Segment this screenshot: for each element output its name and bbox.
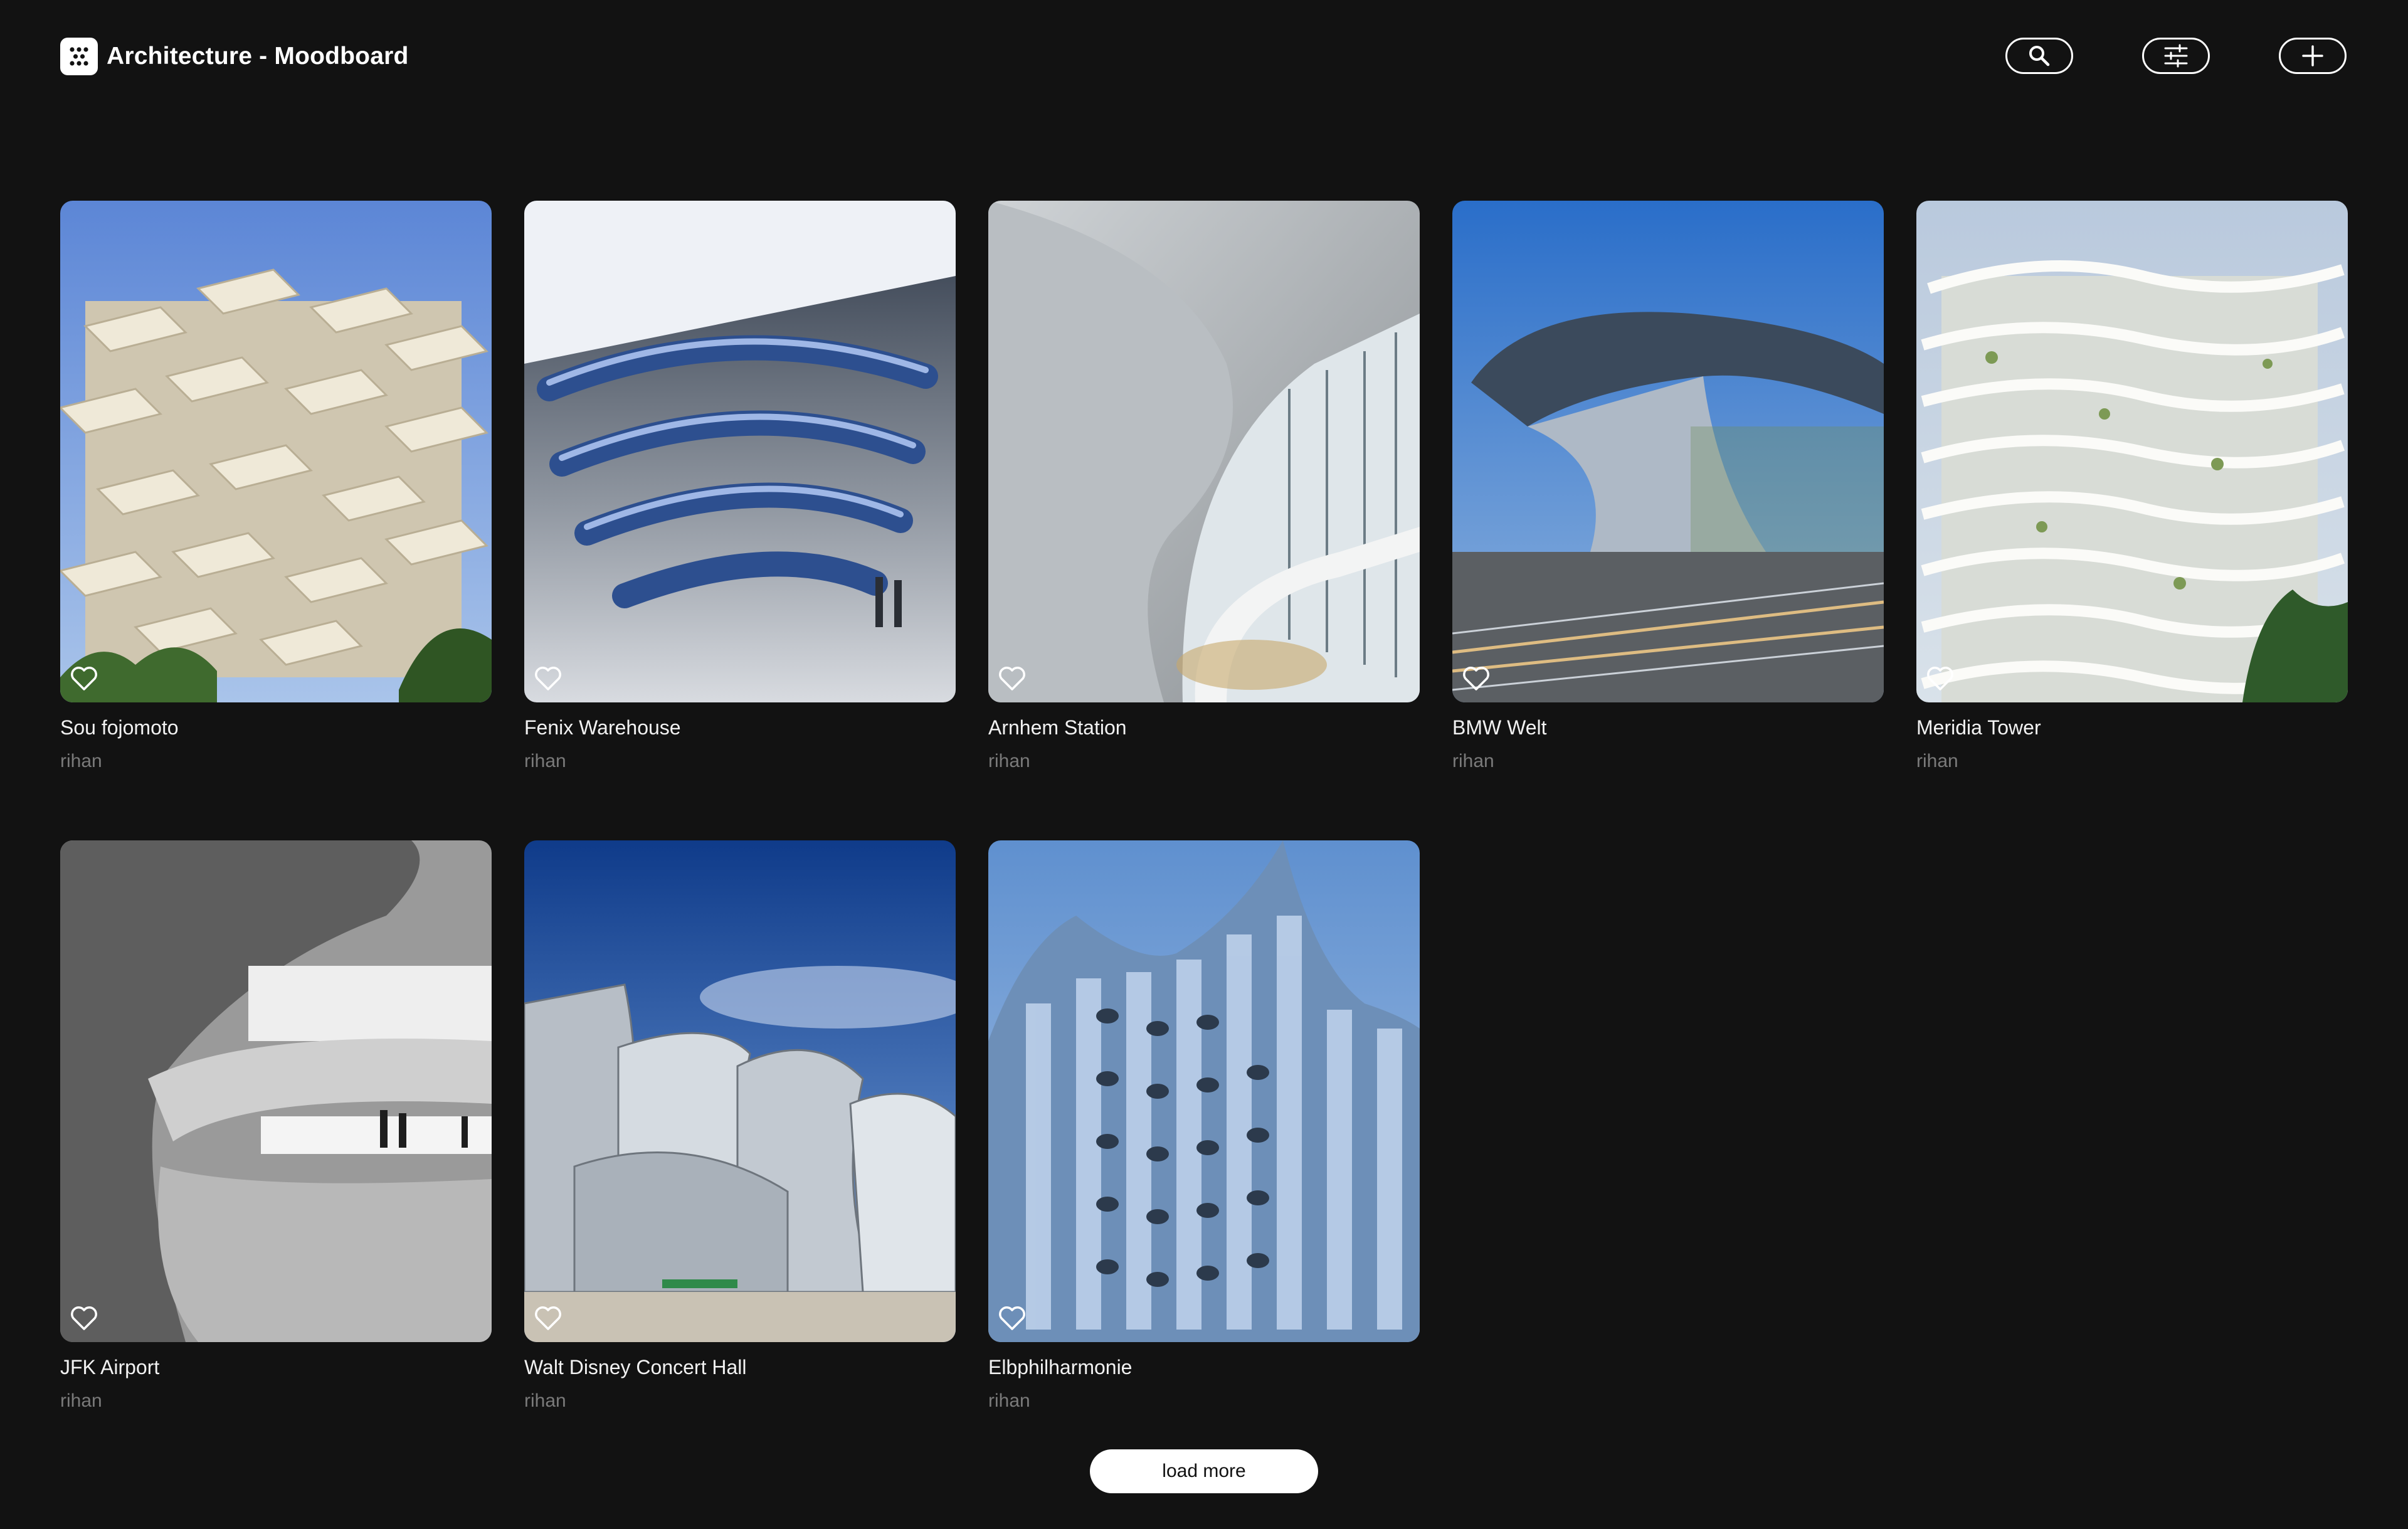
moodboard-card[interactable]: BMW Welt rihan <box>1452 201 1884 774</box>
moodboard-card[interactable]: Fenix Warehouse rihan <box>524 201 956 774</box>
card-image[interactable] <box>524 201 956 702</box>
heart-icon[interactable] <box>1461 664 1491 694</box>
brand: Architecture - Moodboard <box>60 38 408 75</box>
card-title[interactable]: JFK Airport <box>60 1353 492 1381</box>
card-author[interactable]: rihan <box>524 1389 956 1414</box>
load-more-button[interactable]: load more <box>1090 1449 1318 1493</box>
heart-icon[interactable] <box>69 664 99 694</box>
heart-icon[interactable] <box>997 1303 1027 1333</box>
card-image[interactable] <box>1916 201 2348 702</box>
page-title: Architecture - Moodboard <box>107 43 409 70</box>
add-button[interactable] <box>2279 38 2347 74</box>
card-image[interactable] <box>988 840 1420 1342</box>
card-title[interactable]: Sou fojomoto <box>60 714 492 741</box>
card-title[interactable]: BMW Welt <box>1452 714 1884 741</box>
heart-icon[interactable] <box>533 664 563 694</box>
moodboard-card[interactable]: JFK Airport rihan <box>60 840 492 1414</box>
moodboard-card[interactable]: Sou fojomoto rihan <box>60 201 492 774</box>
card-author[interactable]: rihan <box>60 1389 492 1414</box>
card-image[interactable] <box>988 201 1420 702</box>
moodboard-card[interactable]: Walt Disney Concert Hall rihan <box>524 840 956 1414</box>
card-author[interactable]: rihan <box>988 749 1420 774</box>
card-image[interactable] <box>1452 201 1884 702</box>
search-icon <box>2029 46 2050 66</box>
heart-icon[interactable] <box>533 1303 563 1333</box>
plus-icon <box>2302 45 2323 66</box>
card-title[interactable]: Walt Disney Concert Hall <box>524 1353 956 1381</box>
heart-icon[interactable] <box>997 664 1027 694</box>
card-title[interactable]: Arnhem Station <box>988 714 1420 741</box>
dice-grid-icon <box>60 38 98 75</box>
card-author[interactable]: rihan <box>1452 749 1884 774</box>
card-title[interactable]: Fenix Warehouse <box>524 714 956 741</box>
card-author[interactable]: rihan <box>988 1389 1420 1414</box>
card-image[interactable] <box>60 840 492 1342</box>
card-image[interactable] <box>524 840 956 1342</box>
heart-icon[interactable] <box>69 1303 99 1333</box>
moodboard-card[interactable]: Elbphilharmonie rihan <box>988 840 1420 1414</box>
card-author[interactable]: rihan <box>524 749 956 774</box>
search-button[interactable] <box>2005 38 2073 74</box>
moodboard-card[interactable]: Arnhem Station rihan <box>988 201 1420 774</box>
card-image[interactable] <box>60 201 492 702</box>
top-bar: Architecture - Moodboard <box>60 38 2348 75</box>
sliders-icon <box>2164 44 2188 68</box>
card-author[interactable]: rihan <box>1916 749 2348 774</box>
filter-button[interactable] <box>2142 38 2210 74</box>
card-author[interactable]: rihan <box>60 749 492 774</box>
moodboard-card[interactable]: Meridia Tower rihan <box>1916 201 2348 774</box>
card-title[interactable]: Meridia Tower <box>1916 714 2348 741</box>
heart-icon[interactable] <box>1925 664 1955 694</box>
card-title[interactable]: Elbphilharmonie <box>988 1353 1420 1381</box>
